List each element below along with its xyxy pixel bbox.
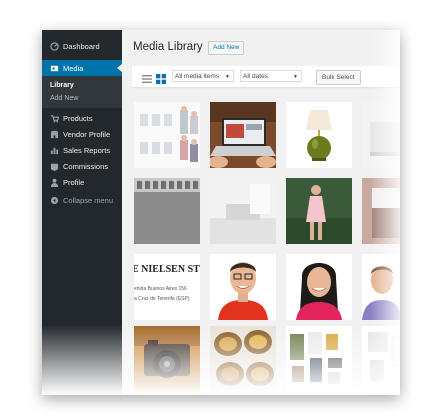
vendor-profile-icon <box>47 130 61 139</box>
commissions-icon <box>47 162 61 171</box>
chevron-down-icon: ▼ <box>293 74 298 80</box>
sidebar-item-commissions[interactable]: Commissions <box>42 158 122 174</box>
collapse-icon <box>47 196 61 205</box>
media-icon <box>47 64 61 73</box>
sidebar-item-vendor-profile[interactable]: Vendor Profile <box>42 126 122 142</box>
page-title: Media Library <box>133 41 203 53</box>
media-item[interactable] <box>210 102 276 168</box>
admin-window: Dashboard Media Library Add New Products… <box>42 30 400 395</box>
sidebar-item-label: Commissions <box>63 161 109 171</box>
media-item[interactable] <box>210 254 276 320</box>
media-item[interactable] <box>286 102 352 168</box>
store-brand-text: E NIELSEN STO <box>134 264 200 275</box>
media-item[interactable] <box>286 254 352 320</box>
sidebar-item-label: Collapse menu <box>63 195 114 205</box>
sidebar-item-profile[interactable]: Profile <box>42 174 122 190</box>
media-item[interactable] <box>134 102 200 168</box>
sidebar-item-label: Sales Reports <box>63 145 111 155</box>
date-filter[interactable]: All dates ▼ <box>240 70 302 82</box>
bottom-fade <box>42 325 400 395</box>
submenu-add-new[interactable]: Add New <box>50 95 78 102</box>
sidebar-item-sales-reports[interactable]: Sales Reports <box>42 142 122 158</box>
media-item[interactable] <box>134 178 200 244</box>
store-address-line2: a Cruz de Tenerife (ESP) <box>134 296 190 302</box>
sidebar-item-label: Dashboard <box>63 41 100 51</box>
grid-view-icon[interactable] <box>156 71 166 84</box>
bulk-select-button[interactable]: Bulk Select <box>316 70 361 85</box>
submenu-library[interactable]: Library <box>50 82 74 89</box>
date-filter-value: All dates <box>243 73 268 80</box>
products-icon <box>47 114 61 123</box>
media-submenu: Library Add New <box>42 76 122 108</box>
media-type-filter[interactable]: All media items ▼ <box>172 70 234 82</box>
sales-reports-icon <box>47 146 61 155</box>
chevron-down-icon: ▼ <box>225 74 230 80</box>
add-new-button[interactable]: Add New <box>208 41 245 55</box>
media-item[interactable] <box>286 178 352 244</box>
store-address-line1: enida Buenos Aires 156 <box>134 286 187 292</box>
profile-icon <box>47 178 61 187</box>
sidebar-item-label: Profile <box>63 177 85 187</box>
media-item[interactable] <box>210 178 276 244</box>
sidebar-item-products[interactable]: Products <box>42 110 122 126</box>
sidebar-item-label: Media <box>63 63 84 73</box>
media-item[interactable]: E NIELSEN STO enida Buenos Aires 156 a C… <box>134 254 200 320</box>
sidebar-item-dashboard[interactable]: Dashboard <box>42 38 122 54</box>
dashboard-icon <box>47 41 61 51</box>
media-type-filter-value: All media items <box>175 73 220 80</box>
sidebar-item-media[interactable]: Media <box>42 60 122 76</box>
collapse-menu-button[interactable]: Collapse menu <box>42 192 122 208</box>
sidebar-item-label: Products <box>63 113 93 123</box>
sidebar-item-label: Vendor Profile <box>63 129 111 139</box>
media-toolbar: All media items ▼ All dates ▼ Bulk Selec… <box>132 66 400 87</box>
list-view-icon[interactable] <box>142 71 152 83</box>
